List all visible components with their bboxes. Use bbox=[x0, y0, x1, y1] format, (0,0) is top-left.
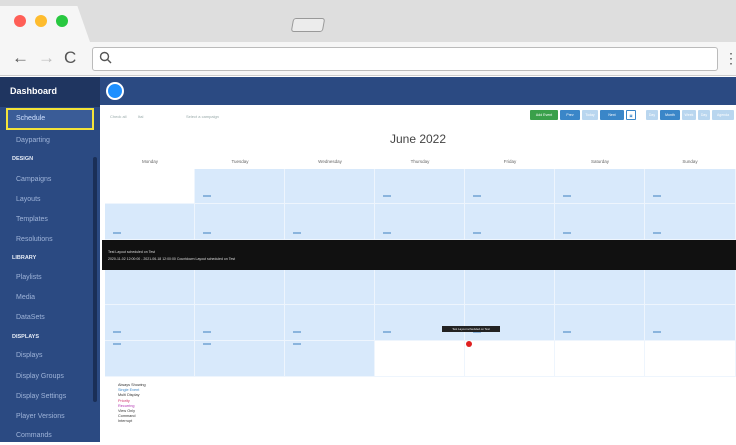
address-bar[interactable] bbox=[92, 47, 718, 71]
calendar-day-cell[interactable] bbox=[555, 305, 645, 341]
check-all-filter[interactable]: Check all bbox=[110, 113, 134, 121]
browser-toolbar: ← → C ⋮ bbox=[0, 42, 736, 76]
sidebar-item-media[interactable]: Media bbox=[8, 289, 92, 307]
main-content: Check all Ital Select a campaign Add Eve… bbox=[100, 77, 736, 442]
forward-arrow-icon[interactable]: → bbox=[38, 48, 55, 68]
calendar-day-cell[interactable] bbox=[645, 270, 736, 305]
sidebar-header: Dashboard bbox=[0, 77, 100, 107]
datepicker-icon[interactable]: ▣ bbox=[626, 110, 636, 120]
dow-sunday: Sunday bbox=[682, 159, 698, 164]
calendar-day-cell[interactable] bbox=[375, 305, 465, 341]
sidebar-item-layouts[interactable]: Layouts bbox=[8, 191, 92, 209]
view-day2-button[interactable]: Day bbox=[698, 110, 710, 120]
view-month-button[interactable]: Month bbox=[660, 110, 680, 120]
close-window-button[interactable] bbox=[14, 15, 26, 27]
calendar-day-cell[interactable] bbox=[555, 169, 645, 204]
browser-menu-icon[interactable]: ⋮ bbox=[724, 50, 736, 66]
sidebar: Dashboard Schedule Dayparting DESIGN Cam… bbox=[0, 77, 100, 442]
sidebar-item-campaigns[interactable]: Campaigns bbox=[8, 171, 92, 189]
calendar-day-cell[interactable] bbox=[465, 204, 555, 240]
calendar-day-cell[interactable] bbox=[195, 204, 285, 240]
calendar-day-cell[interactable] bbox=[105, 169, 195, 204]
event-popover[interactable]: Test Layout scheduled on Test 2020-11-02… bbox=[102, 240, 736, 270]
search-icon bbox=[99, 51, 112, 64]
browser-tab-strip bbox=[0, 0, 736, 42]
campaign-filter[interactable]: Select a campaign bbox=[186, 113, 236, 121]
calendar-day-cell[interactable] bbox=[555, 341, 645, 377]
calendar-day-cell[interactable] bbox=[195, 341, 285, 377]
calendar-day-cell[interactable] bbox=[105, 204, 195, 240]
calendar-day-cell[interactable] bbox=[465, 341, 555, 377]
calendar-day-cell[interactable] bbox=[105, 341, 195, 377]
dow-wednesday: Wednesday bbox=[318, 159, 342, 164]
calendar-day-cell[interactable] bbox=[555, 204, 645, 240]
calendar-day-cell[interactable] bbox=[105, 305, 195, 341]
calendar-day-cell[interactable] bbox=[285, 270, 375, 305]
calendar-day-cell[interactable] bbox=[645, 204, 736, 240]
calendar-day-cell[interactable] bbox=[195, 270, 285, 305]
calendar-day-cell[interactable] bbox=[645, 305, 736, 341]
sidebar-title[interactable]: Dashboard bbox=[10, 86, 57, 96]
app-header bbox=[100, 77, 736, 105]
sidebar-item-player-versions[interactable]: Player Versions bbox=[8, 408, 92, 426]
sidebar-item-templates[interactable]: Templates bbox=[8, 211, 92, 229]
sidebar-item-resolutions[interactable]: Resolutions bbox=[8, 231, 92, 249]
calendar-day-cell[interactable] bbox=[645, 341, 736, 377]
display-filter[interactable]: Ital bbox=[138, 113, 178, 121]
next-button[interactable]: Next bbox=[600, 110, 624, 120]
calendar-day-cell[interactable] bbox=[285, 204, 375, 240]
calendar-day-cell[interactable] bbox=[645, 169, 736, 204]
sidebar-section-displays: DISPLAYS bbox=[12, 334, 40, 340]
calendar-day-cell[interactable] bbox=[375, 270, 465, 305]
dow-thursday: Thursday bbox=[410, 159, 430, 164]
view-day-button[interactable]: Day bbox=[646, 110, 658, 120]
sidebar-item-dayparting[interactable]: Dayparting bbox=[8, 132, 92, 150]
calendar-day-cell[interactable] bbox=[195, 305, 285, 341]
popover-event-line[interactable]: 2020-11-02 12:00:00 - 2021-06-18 12:00:0… bbox=[108, 257, 235, 261]
sidebar-item-playlists[interactable]: Playlists bbox=[8, 269, 92, 287]
calendar-day-cell[interactable] bbox=[465, 305, 555, 341]
calendar-day-cell[interactable] bbox=[105, 270, 195, 305]
reload-icon[interactable]: C bbox=[64, 48, 76, 68]
sidebar-item-datasets[interactable]: DataSets bbox=[8, 309, 92, 327]
calendar-day-cell[interactable] bbox=[285, 305, 375, 341]
back-arrow-icon[interactable]: ← bbox=[12, 48, 29, 68]
dow-saturday: Saturday bbox=[590, 159, 609, 164]
calendar-day-cell[interactable] bbox=[555, 270, 645, 305]
calendar-day-cell[interactable] bbox=[465, 270, 555, 305]
event-marker-icon[interactable] bbox=[466, 341, 472, 347]
calendar-day-cell[interactable] bbox=[375, 169, 465, 204]
add-event-button[interactable]: Add Event bbox=[530, 110, 558, 120]
sidebar-item-display-groups[interactable]: Display Groups bbox=[8, 368, 92, 386]
dow-monday: Monday bbox=[141, 159, 158, 164]
sidebar-item-displays[interactable]: Displays bbox=[8, 347, 92, 365]
popover-event-line[interactable]: Test Layout scheduled on Test bbox=[108, 250, 155, 254]
calendar-month-title: June 2022 bbox=[389, 132, 447, 146]
calendar-legend: Always Showing Single Event Multi Displa… bbox=[118, 383, 146, 425]
prev-button[interactable]: Prev bbox=[560, 110, 580, 120]
sidebar-scrollbar[interactable] bbox=[93, 157, 97, 402]
view-week-button[interactable]: Week bbox=[682, 110, 696, 120]
calendar-day-cell[interactable] bbox=[465, 169, 555, 204]
dow-friday: Friday bbox=[503, 159, 517, 164]
sidebar-item-display-settings[interactable]: Display Settings bbox=[8, 388, 92, 406]
sidebar-item-schedule[interactable]: Schedule bbox=[6, 108, 94, 130]
minimize-window-button[interactable] bbox=[35, 15, 47, 27]
calendar-day-cell[interactable] bbox=[375, 341, 465, 377]
sidebar-item-commands[interactable]: Commands bbox=[8, 427, 92, 445]
calendar-day-cell[interactable] bbox=[375, 204, 465, 240]
view-agenda-button[interactable]: Agenda bbox=[712, 110, 734, 120]
app-logo-icon[interactable] bbox=[106, 82, 124, 100]
calendar-day-cell[interactable] bbox=[195, 169, 285, 204]
sidebar-section-design: DESIGN bbox=[12, 156, 34, 162]
legend-item: Interrupt bbox=[118, 419, 133, 424]
maximize-window-button[interactable] bbox=[56, 15, 68, 27]
calendar-day-cell[interactable] bbox=[285, 341, 375, 377]
calendar-day-cell[interactable] bbox=[285, 169, 375, 204]
dow-tuesday: Tuesday bbox=[231, 159, 249, 164]
today-button[interactable]: Today bbox=[582, 110, 598, 120]
event-tooltip: Test Layout scheduled on Test bbox=[442, 326, 500, 332]
sidebar-section-library: LIBRARY bbox=[12, 255, 37, 261]
new-tab-button[interactable] bbox=[290, 18, 326, 32]
